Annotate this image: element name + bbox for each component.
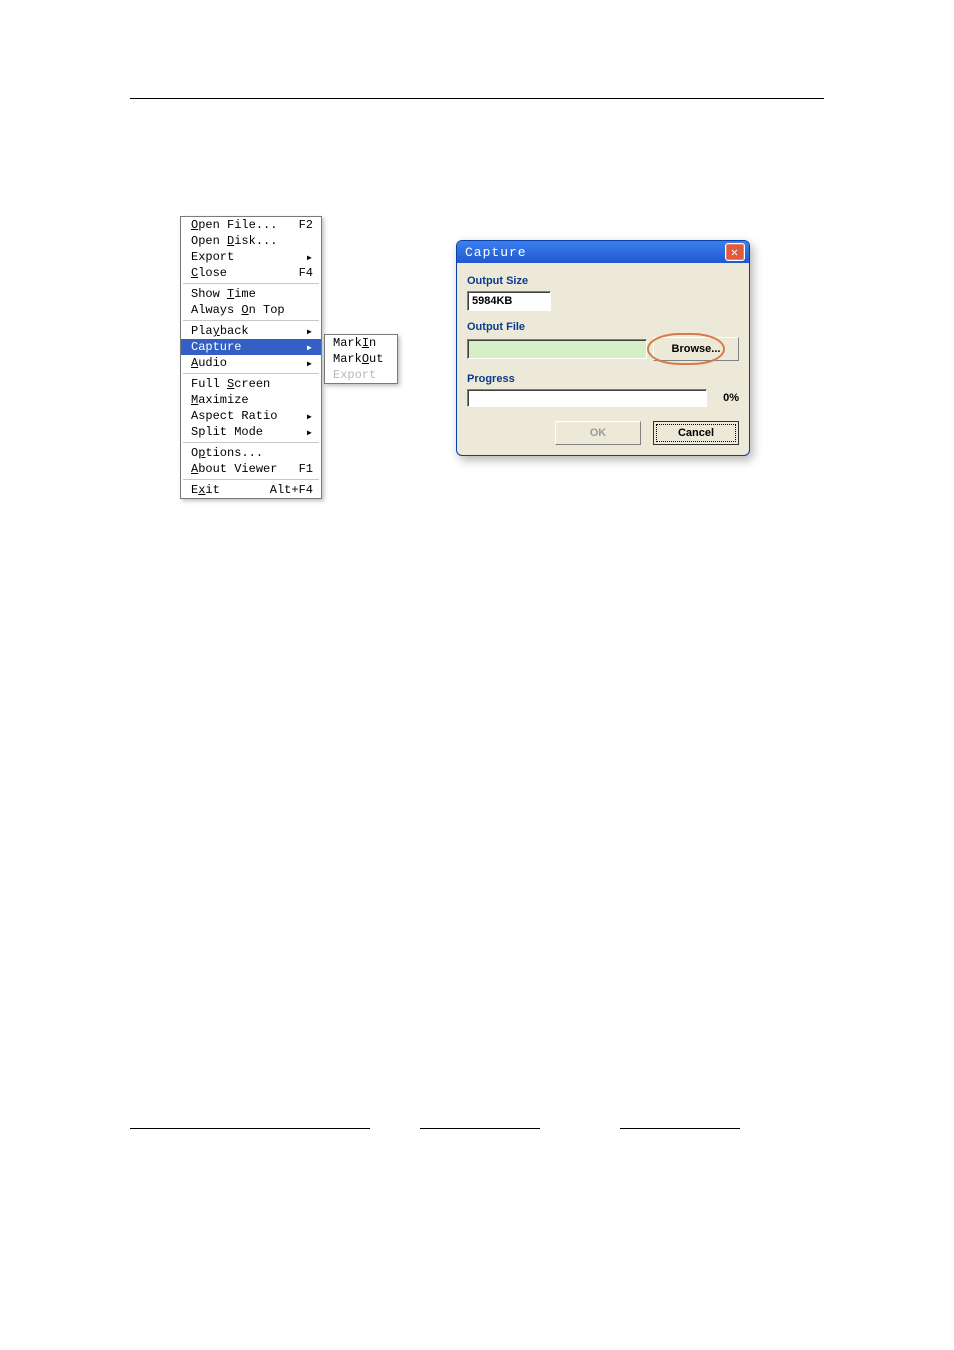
menu-separator xyxy=(183,320,319,321)
page-rule-top xyxy=(130,98,824,99)
menu-item-label: Exit xyxy=(191,483,262,497)
menu-item-shortcut: Alt+F4 xyxy=(262,483,313,497)
submenu-arrow-icon: ▸ xyxy=(305,409,313,424)
progress-label: Progress xyxy=(467,373,739,385)
menu-item-label: Always On Top xyxy=(191,303,313,317)
submenu-arrow-icon: ▸ xyxy=(305,356,313,371)
submenu-item[interactable]: Mark In xyxy=(325,335,397,351)
menu-item-shortcut: F1 xyxy=(291,462,313,476)
menu-item-label: Show Time xyxy=(191,287,313,301)
progress-percent: 0% xyxy=(713,392,739,404)
menu-item-label: Audio xyxy=(191,356,305,370)
menu-item-label: Close xyxy=(191,266,291,280)
menu-separator xyxy=(183,283,319,284)
context-menu-figure: Open File...F2Open Disk...Export▸CloseF4… xyxy=(180,216,398,499)
capture-dialog: Capture ✕ Output Size 5984KB Output File… xyxy=(456,240,750,456)
menu-item[interactable]: Open File...F2 xyxy=(181,217,321,233)
menu-item[interactable]: About ViewerF1 xyxy=(181,461,321,477)
menu-item-label: Open Disk... xyxy=(191,234,313,248)
page-rule-bottom-3 xyxy=(620,1128,740,1129)
dialog-titlebar[interactable]: Capture ✕ xyxy=(457,241,749,263)
submenu-arrow-icon: ▸ xyxy=(305,250,313,265)
menu-item[interactable]: Open Disk... xyxy=(181,233,321,249)
menu-separator xyxy=(183,479,319,480)
menu-item-label: Maximize xyxy=(191,393,313,407)
menu-separator xyxy=(183,442,319,443)
output-size-field[interactable]: 5984KB xyxy=(467,291,551,311)
menu-item[interactable]: ExitAlt+F4 xyxy=(181,482,321,498)
menu-item-label: Aspect Ratio xyxy=(191,409,305,423)
menu-item[interactable]: Full Screen xyxy=(181,376,321,392)
dialog-title: Capture xyxy=(465,245,725,260)
menu-item[interactable]: Capture▸ xyxy=(181,339,321,355)
page-rule-bottom-2 xyxy=(420,1128,540,1129)
menu-item[interactable]: CloseF4 xyxy=(181,265,321,281)
browse-button[interactable]: Browse... xyxy=(653,337,739,361)
menu-item-label: Split Mode xyxy=(191,425,305,439)
menu-item[interactable]: Aspect Ratio▸ xyxy=(181,408,321,424)
submenu-arrow-icon: ▸ xyxy=(305,425,313,440)
menu-item[interactable]: Always On Top xyxy=(181,302,321,318)
menu-item[interactable]: Export▸ xyxy=(181,249,321,265)
capture-submenu[interactable]: Mark InMark OutExport xyxy=(324,334,398,384)
menu-item[interactable]: Show Time xyxy=(181,286,321,302)
cancel-button[interactable]: Cancel xyxy=(653,421,739,445)
submenu-arrow-icon: ▸ xyxy=(305,340,313,355)
menu-item[interactable]: Playback▸ xyxy=(181,323,321,339)
menu-item[interactable]: Options... xyxy=(181,445,321,461)
dialog-body: Output Size 5984KB Output File Browse...… xyxy=(457,263,749,455)
menu-item-shortcut: F4 xyxy=(291,266,313,280)
output-file-field[interactable] xyxy=(467,339,647,359)
submenu-arrow-icon: ▸ xyxy=(305,324,313,339)
progress-bar xyxy=(467,389,707,407)
close-icon[interactable]: ✕ xyxy=(725,243,745,261)
menu-item-label: Open File... xyxy=(191,218,291,232)
menu-item-label: Export xyxy=(191,250,305,264)
menu-item-label: Full Screen xyxy=(191,377,313,391)
output-size-value: 5984KB xyxy=(472,295,512,307)
menu-item[interactable]: Maximize xyxy=(181,392,321,408)
menu-item-label: About Viewer xyxy=(191,462,291,476)
page-rule-bottom-1 xyxy=(130,1128,370,1129)
menu-item-label: Options... xyxy=(191,446,313,460)
menu-item-label: Capture xyxy=(191,340,305,354)
output-size-label: Output Size xyxy=(467,275,739,287)
submenu-item[interactable]: Mark Out xyxy=(325,351,397,367)
submenu-item: Export xyxy=(325,367,397,383)
menu-item-shortcut: F2 xyxy=(291,218,313,232)
menu-separator xyxy=(183,373,319,374)
output-file-label: Output File xyxy=(467,321,739,333)
ok-button[interactable]: OK xyxy=(555,421,641,445)
menu-item[interactable]: Audio▸ xyxy=(181,355,321,371)
context-menu[interactable]: Open File...F2Open Disk...Export▸CloseF4… xyxy=(180,216,322,499)
menu-item[interactable]: Split Mode▸ xyxy=(181,424,321,440)
menu-item-label: Playback xyxy=(191,324,305,338)
